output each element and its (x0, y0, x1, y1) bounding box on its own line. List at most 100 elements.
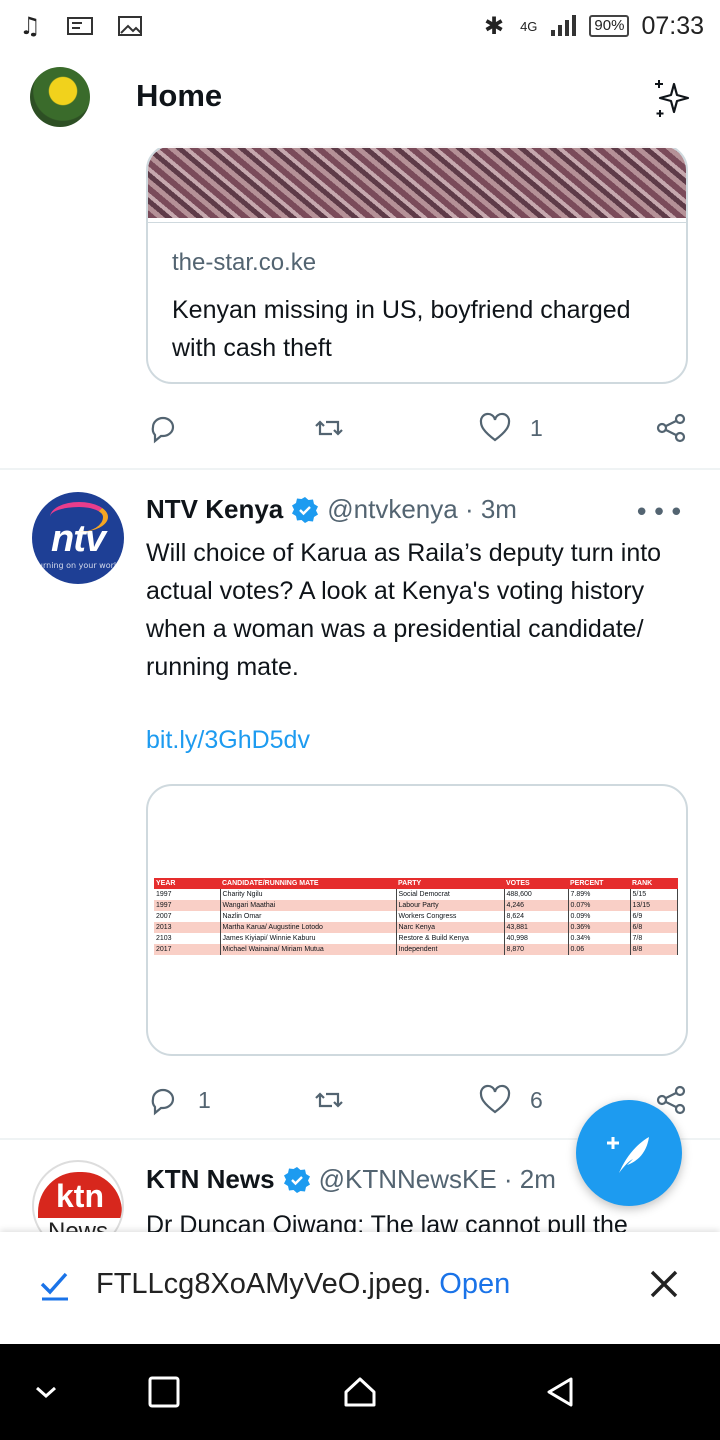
table-cell: 1997 (154, 900, 221, 911)
table-cell: Martha Karua/ Augustine Lotodo (220, 922, 397, 933)
table-cell: James Kiyiapi/ Winnie Kaburu (220, 933, 397, 944)
table-row: 2013 Martha Karua/ Augustine Lotodo Narc… (154, 922, 678, 933)
share-button[interactable] (654, 411, 688, 445)
home-icon[interactable] (342, 1374, 378, 1410)
like-count: 1 (530, 414, 543, 441)
table-cell: Restore & Build Kenya (396, 933, 505, 944)
author-handle[interactable]: @ntvkenya · 3m (327, 494, 517, 525)
table-cell: Independent (396, 944, 505, 955)
votes-table: YEAR CANDIDATE/RUNNING MATE PARTY VOTES … (154, 878, 678, 955)
download-filename: FTLLcg8XoAMyVeO.jpeg. (96, 1268, 432, 1300)
open-download-button[interactable]: Open (439, 1268, 510, 1300)
like-button[interactable]: 1 (478, 411, 543, 445)
table-cell: 2013 (154, 922, 221, 933)
table-cell: Labour Party (396, 900, 505, 911)
table-header: VOTES (504, 878, 568, 889)
table-cell: 0.07% (568, 900, 631, 911)
link-preview-card[interactable]: the-star.co.ke Kenyan missing in US, boy… (146, 144, 688, 384)
clock: 07:33 (641, 11, 704, 40)
chevron-down-icon[interactable] (28, 1374, 64, 1410)
table-cell: 2007 (154, 911, 221, 922)
table-cell: Michael Wainaina/ Miriam Mutua (220, 944, 397, 955)
table-cell: 0.09% (568, 911, 631, 922)
avatar-logo-text: ktn (38, 1172, 122, 1218)
table-header-row: YEAR CANDIDATE/RUNNING MATE PARTY VOTES … (154, 878, 678, 889)
table-cell: 6/9 (630, 911, 678, 922)
author-name[interactable]: KTN News (146, 1164, 275, 1195)
table-header: RANK (630, 878, 678, 889)
table-cell: Wangari Maathai (220, 900, 397, 911)
signal-icon (551, 15, 577, 36)
table-cell: 1997 (154, 889, 221, 900)
table-header: PARTY (396, 878, 504, 889)
table-header: CANDIDATE/RUNNING MATE (220, 878, 396, 889)
table-cell: Workers Congress (396, 911, 505, 922)
tweet-header: NTV Kenya @ntvkenya · 3m (146, 494, 517, 525)
like-count: 6 (530, 1086, 543, 1113)
table-cell: 43,881 (504, 922, 569, 933)
retweet-button[interactable] (312, 411, 346, 445)
table-cell: 6/8 (630, 922, 678, 933)
tweet-media-image[interactable]: YEAR CANDIDATE/RUNNING MATE PARTY VOTES … (146, 784, 688, 1056)
bluetooth-icon: ✱ (484, 12, 505, 40)
table-cell: Nazlin Omar (220, 911, 397, 922)
tweet-header: KTN News @KTNNewsKE · 2m (146, 1164, 556, 1195)
link-preview-image (148, 146, 686, 218)
author-avatar[interactable]: ntv turning on your world (32, 492, 124, 584)
link-title: Kenyan missing in US, boyfriend charged … (172, 296, 631, 362)
download-filename-row: FTLLcg8XoAMyVeO.jpeg. Open (96, 1268, 510, 1301)
download-complete-icon (40, 1272, 68, 1301)
link-domain: the-star.co.ke (172, 249, 317, 276)
author-handle[interactable]: @KTNNewsKE · 2m (319, 1164, 556, 1195)
image-icon (118, 16, 142, 36)
close-icon[interactable] (646, 1266, 682, 1302)
battery-indicator: 90% (589, 15, 630, 37)
like-button[interactable]: 6 (478, 1083, 543, 1117)
reply-button[interactable]: 1 (146, 1083, 211, 1117)
system-nav-bar (0, 1344, 720, 1440)
table-cell: 4,246 (504, 900, 569, 911)
profile-avatar[interactable] (30, 67, 90, 127)
link-preview-info: the-star.co.ke Kenyan missing in US, boy… (148, 222, 686, 382)
verified-badge-icon (283, 1166, 310, 1193)
table-row: 2103 James Kiyiapi/ Winnie Kaburu Restor… (154, 933, 678, 944)
table-cell: 2017 (154, 944, 221, 955)
retweet-button[interactable] (312, 1083, 346, 1117)
share-icon (656, 413, 686, 443)
table-cell: Charity Ngilu (220, 889, 397, 900)
author-name[interactable]: NTV Kenya (146, 494, 283, 525)
recent-apps-icon[interactable] (146, 1374, 182, 1410)
status-bar: ♫ ✱ 4G 90% 07:33 (0, 0, 720, 52)
table-cell: 8,624 (504, 911, 569, 922)
table-cell: 0.36% (568, 922, 631, 933)
table-cell: 488,600 (504, 889, 569, 900)
retweet-icon (315, 420, 343, 436)
table-cell: 40,998 (504, 933, 569, 944)
table-cell: 5/15 (630, 889, 678, 900)
reply-count: 1 (198, 1086, 211, 1113)
table-cell: 2103 (154, 933, 221, 944)
heart-icon (479, 1084, 511, 1114)
tweet-actions: 1 (146, 408, 696, 448)
table-row: 1997 Wangari Maathai Labour Party 4,246 … (154, 900, 678, 911)
compose-tweet-button[interactable] (576, 1100, 682, 1206)
reply-icon (151, 416, 175, 444)
sparkle-icon[interactable] (650, 76, 696, 122)
table-row: 1997 Charity Ngilu Social Democrat 488,6… (154, 889, 678, 900)
table-cell: 0.06 (568, 944, 631, 955)
compose-feather-icon (607, 1137, 649, 1173)
table-cell: 7.89% (568, 889, 631, 900)
message-icon (67, 17, 93, 35)
music-note-icon: ♫ (19, 12, 41, 40)
table-header: PERCENT (568, 878, 630, 889)
tweet-link[interactable]: bit.ly/3GhD5dv (146, 726, 310, 755)
page-title: Home (136, 78, 223, 113)
retweet-icon (315, 1092, 343, 1108)
table-row: 2007 Nazlin Omar Workers Congress 8,624 … (154, 911, 678, 922)
more-options-icon[interactable]: ••• (634, 498, 686, 528)
network-type: 4G (520, 18, 538, 34)
download-notification: FTLLcg8XoAMyVeO.jpeg. Open (0, 1232, 720, 1344)
back-icon[interactable] (542, 1374, 578, 1410)
tweet-divider (0, 468, 720, 470)
reply-button[interactable] (146, 411, 180, 445)
